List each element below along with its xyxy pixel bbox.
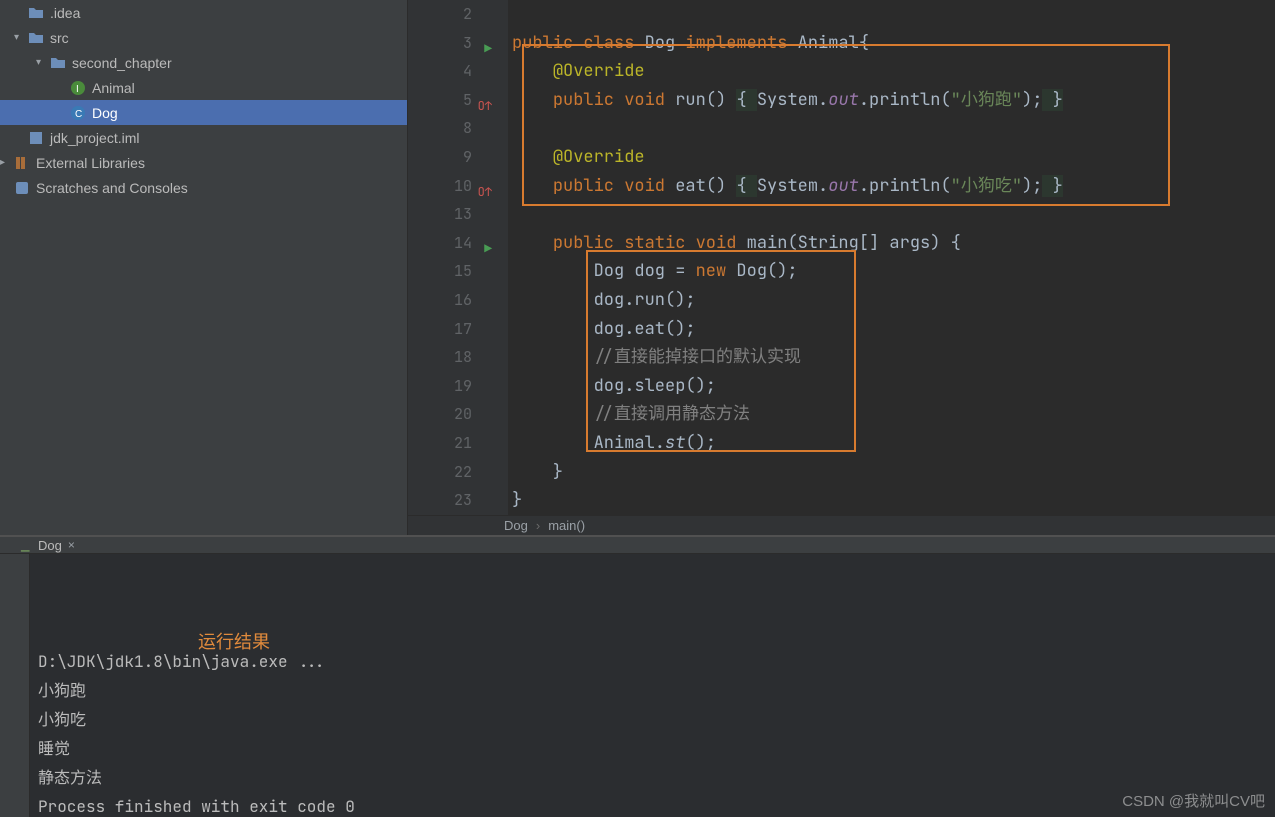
console-output[interactable]: 运行结果 D:\JDK\jdk1.8\bin\java.exe ...小狗跑小狗… [30,554,1275,817]
console-line: 静态方法 [38,763,1267,792]
line-number[interactable]: 21 [408,429,472,458]
breadcrumb-class[interactable]: Dog [504,518,528,533]
run-panel: ▁ Dog × 运行结果 D:\JDK\jdk1.8\bin\java.exe … [0,535,1275,817]
run-gutter-icon[interactable]: ▶ [484,235,492,264]
tree-item[interactable]: jdk_project.iml [0,125,407,150]
code-line[interactable]: @Override [512,143,1275,172]
code-line[interactable] [512,114,1275,143]
tree-item-label: second_chapter [72,55,172,71]
lib-icon [14,155,30,171]
project-tree[interactable]: .idea▾src▾second_chapterIAnimalCDogjdk_p… [0,0,408,535]
breadcrumb-method[interactable]: main() [548,518,585,533]
console-line: 小狗吃 [38,705,1267,734]
line-number[interactable]: 18 [408,343,472,372]
tree-item-label: src [50,30,69,46]
line-number[interactable]: 20 [408,400,472,429]
gutter[interactable]: 23▶45O↑8910O↑1314▶151617181920212223 [408,0,496,515]
svg-text:I: I [76,84,79,95]
code-line[interactable]: Dog dog = new Dog(); [512,257,1275,286]
override-gutter-icon[interactable]: O↑ [478,92,492,121]
tree-item-label: External Libraries [36,155,145,171]
tree-item[interactable]: ▸ External Libraries [0,150,407,175]
line-number[interactable]: 19 [408,372,472,401]
code-line[interactable]: public void run() { System.out.println("… [512,86,1275,115]
run-gutter-icon[interactable]: ▶ [484,35,492,64]
line-number[interactable]: 22 [408,458,472,487]
line-number[interactable]: 14▶ [408,229,472,258]
tree-item-label: Animal [92,80,135,96]
folder-icon [28,30,44,46]
code-line[interactable] [512,0,1275,29]
code-line[interactable]: } [512,486,1275,515]
code-line[interactable]: dog.eat(); [512,315,1275,344]
code-line[interactable]: } [512,458,1275,487]
line-number[interactable]: 3▶ [408,29,472,58]
scratch-icon [14,180,30,196]
tree-item[interactable]: ▾ second_chapter [0,50,407,75]
svg-text:C: C [75,109,82,120]
code-line[interactable]: @Override [512,57,1275,86]
expand-arrow-icon[interactable]: ▾ [36,57,48,68]
line-number[interactable]: 16 [408,286,472,315]
folder-icon [28,5,44,21]
top-area: .idea▾src▾second_chapterIAnimalCDogjdk_p… [0,0,1275,535]
code-line[interactable]: public class Dog implements Animal{ [512,29,1275,58]
breadcrumb-sep: › [536,518,540,533]
code-line[interactable] [512,200,1275,229]
line-number[interactable]: 10O↑ [408,172,472,201]
tree-item[interactable]: .idea [0,0,407,25]
code-line[interactable]: //直接能掉接口的默认实现 [512,343,1275,372]
fold-gutter[interactable] [496,0,508,515]
result-label: 运行结果 [198,628,270,657]
line-number[interactable]: 23 [408,486,472,515]
tree-item[interactable]: C Dog [0,100,407,125]
line-number[interactable]: 2 [408,0,472,29]
tree-item-label: Scratches and Consoles [36,180,188,196]
console-line: 睡觉 [38,734,1267,763]
code-line[interactable]: dog.run(); [512,286,1275,315]
class-icon: C [70,105,86,121]
code-area[interactable]: 23▶45O↑8910O↑1314▶151617181920212223 pub… [408,0,1275,515]
tree-item[interactable]: ▾ src [0,25,407,50]
run-tabs[interactable]: ▁ Dog × [0,537,1275,554]
tree-item-label: jdk_project.iml [50,130,139,146]
line-number[interactable]: 8 [408,114,472,143]
expand-arrow-icon[interactable]: ▸ [0,157,12,168]
code-lines[interactable]: public class Dog implements Animal{ @Ove… [508,0,1275,515]
code-line[interactable]: public void eat() { System.out.println("… [512,172,1275,201]
expand-arrow-icon[interactable]: ▾ [14,32,26,43]
console-toolbar[interactable] [0,554,30,817]
iml-icon [28,130,44,146]
tree-item-label: Dog [92,105,118,121]
interface-icon: I [70,80,86,96]
line-number[interactable]: 13 [408,200,472,229]
folder-icon [50,55,66,71]
line-number[interactable]: 5O↑ [408,86,472,115]
code-line[interactable]: Animal.st(); [512,429,1275,458]
tree-item[interactable]: I Animal [0,75,407,100]
line-number[interactable]: 4 [408,57,472,86]
run-tab-dog[interactable]: ▁ Dog × [12,537,81,553]
tree-item-label: .idea [50,5,80,21]
svg-text:▁: ▁ [20,540,30,552]
override-gutter-icon[interactable]: O↑ [478,178,492,207]
java-icon: ▁ [18,537,34,553]
code-line[interactable]: public static void main(String[] args) { [512,229,1275,258]
editor-pane: 23▶45O↑8910O↑1314▶151617181920212223 pub… [408,0,1275,535]
line-number[interactable]: 9 [408,143,472,172]
code-line[interactable]: dog.sleep(); [512,372,1275,401]
line-number[interactable]: 17 [408,315,472,344]
run-tab-label: Dog [38,538,62,553]
console-body: 运行结果 D:\JDK\jdk1.8\bin\java.exe ...小狗跑小狗… [0,554,1275,817]
code-line[interactable]: //直接调用静态方法 [512,400,1275,429]
line-number[interactable]: 15 [408,257,472,286]
console-line: 小狗跑 [38,676,1267,705]
close-icon[interactable]: × [68,538,75,552]
tree-item[interactable]: Scratches and Consoles [0,175,407,200]
breadcrumb[interactable]: Dog › main() [408,515,1275,535]
console-line: Process finished with exit code 0 [38,792,1267,817]
